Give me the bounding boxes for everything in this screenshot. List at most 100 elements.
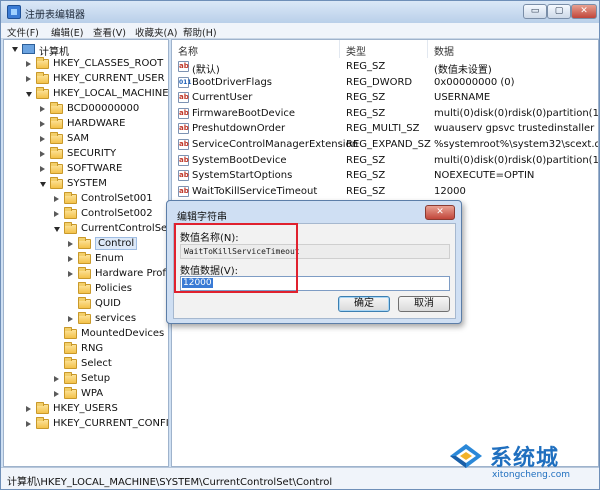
expand-arrow-icon[interactable] bbox=[26, 61, 31, 67]
tree-item-label: Enum bbox=[95, 253, 124, 264]
expand-arrow-icon[interactable] bbox=[26, 76, 31, 82]
value-data-cell: 12000 bbox=[434, 185, 466, 197]
string-value-icon: ab bbox=[178, 92, 189, 104]
expand-arrow-icon[interactable] bbox=[40, 106, 45, 112]
folder-icon bbox=[64, 222, 77, 234]
expand-arrow-icon[interactable] bbox=[54, 376, 59, 382]
minimize-button[interactable]: ▭ bbox=[523, 4, 547, 19]
close-button[interactable]: ✕ bbox=[571, 4, 597, 19]
value-type-cell: REG_SZ bbox=[346, 107, 386, 119]
tree-item-enum[interactable]: Enum bbox=[4, 252, 168, 267]
tree-item-services[interactable]: services bbox=[4, 312, 168, 327]
dialog-body: 数值名称(N): WaitToKillServiceTimeout 数值数据(V… bbox=[173, 223, 456, 319]
tree-item-label: HKEY_LOCAL_MACHINE bbox=[53, 88, 169, 99]
expand-arrow-icon[interactable] bbox=[40, 121, 45, 127]
value-type-cell: REG_SZ bbox=[346, 154, 386, 166]
value-data-input[interactable]: 12000 bbox=[180, 276, 450, 291]
title-bar[interactable]: 注册表编辑器 ▭ ▢ ✕ bbox=[1, 1, 599, 23]
edit-string-dialog: 编辑字符串 ✕ 数值名称(N): WaitToKillServiceTimeou… bbox=[166, 200, 462, 324]
expand-arrow-icon[interactable] bbox=[68, 256, 73, 262]
registry-value-row[interactable]: ab PreshutdownOrder REG_MULTI_SZ wuauserv g… bbox=[172, 121, 598, 137]
tree-item-hkey-current-config[interactable]: HKEY_CURRENT_CONFIG bbox=[4, 417, 169, 432]
tree-item-wpa[interactable]: WPA bbox=[4, 387, 168, 402]
expand-arrow-icon[interactable] bbox=[54, 211, 59, 217]
tree-item-currentcontrolset[interactable]: CurrentControlSet bbox=[4, 222, 169, 237]
tree-item-label: CurrentControlSet bbox=[81, 223, 169, 234]
column-header-data[interactable]: 数据 bbox=[428, 40, 598, 58]
expand-arrow-icon[interactable] bbox=[68, 241, 73, 247]
tree-item-hkey-classes-root[interactable]: HKEY_CLASSES_ROOT bbox=[4, 57, 168, 72]
xitongcheng-logo-icon bbox=[450, 444, 482, 468]
dialog-title: 编辑字符串 bbox=[177, 212, 227, 223]
tree-item-mounteddevices[interactable]: MountedDevices bbox=[4, 327, 168, 342]
registry-value-row[interactable]: ab WaitToKillServiceTimeout REG_SZ 12000 bbox=[172, 184, 598, 200]
tree-item--[interactable]: 计算机 bbox=[4, 42, 168, 58]
tree-item-controlset001[interactable]: ControlSet001 bbox=[4, 192, 168, 207]
value-name-cell: PreshutdownOrder bbox=[192, 123, 286, 135]
tree-item-policies[interactable]: Policies bbox=[4, 282, 168, 297]
tree-item-select[interactable]: Select bbox=[4, 357, 168, 372]
menu-edit[interactable]: 编辑(E) bbox=[51, 25, 83, 39]
expand-arrow-icon[interactable] bbox=[68, 271, 73, 277]
tree-item-hardware[interactable]: HARDWARE bbox=[4, 117, 168, 132]
collapse-arrow-icon[interactable] bbox=[54, 227, 60, 232]
value-data-cell: %systemroot%\system32\scext.dll bbox=[434, 139, 599, 150]
computer-icon bbox=[22, 44, 35, 54]
tree-item-software[interactable]: SOFTWARE bbox=[4, 162, 168, 177]
expand-arrow-icon[interactable] bbox=[40, 136, 45, 142]
registry-value-row[interactable]: ab ServiceControlManagerExtension REG_EXPA… bbox=[172, 137, 599, 153]
expand-arrow-icon[interactable] bbox=[54, 196, 59, 202]
tree-item-hkey-local-machine[interactable]: HKEY_LOCAL_MACHINE bbox=[4, 87, 169, 102]
tree-item-setup[interactable]: Setup bbox=[4, 372, 168, 387]
registry-value-row[interactable]: ab CurrentUser REG_SZ USERNAME bbox=[172, 90, 598, 106]
registry-value-row[interactable]: ab SystemBootDevice REG_SZ multi(0)disk(0)r… bbox=[172, 153, 598, 169]
expand-arrow-icon[interactable] bbox=[54, 391, 59, 397]
collapse-arrow-icon[interactable] bbox=[40, 182, 46, 187]
expand-arrow-icon[interactable] bbox=[40, 151, 45, 157]
maximize-button[interactable]: ▢ bbox=[547, 4, 571, 19]
tree-item-hardware-profil[interactable]: Hardware Profil bbox=[4, 267, 168, 282]
dialog-close-button[interactable]: ✕ bbox=[425, 205, 455, 220]
tree-item-hkey-current-user[interactable]: HKEY_CURRENT_USER bbox=[4, 72, 168, 87]
expand-arrow-icon[interactable] bbox=[26, 406, 31, 412]
menu-view[interactable]: 查看(V) bbox=[93, 25, 126, 39]
string-value-icon: ab bbox=[178, 123, 189, 135]
menu-help[interactable]: 帮助(H) bbox=[183, 25, 217, 39]
tree-item-label: Select bbox=[81, 358, 112, 369]
value-data-cell: USERNAME bbox=[434, 92, 491, 104]
collapse-arrow-icon[interactable] bbox=[26, 92, 32, 97]
tree-item-security[interactable]: SECURITY bbox=[4, 147, 168, 162]
tree-item-label: ControlSet001 bbox=[81, 193, 153, 204]
folder-icon bbox=[78, 297, 91, 309]
registry-value-row[interactable]: ab FirmwareBootDevice REG_SZ multi(0)disk(0… bbox=[172, 106, 598, 122]
expand-arrow-icon[interactable] bbox=[26, 421, 31, 427]
tree-item-rng[interactable]: RNG bbox=[4, 342, 168, 357]
registry-value-row[interactable]: ab (默认) REG_SZ (数值未设置) bbox=[172, 59, 598, 76]
folder-icon bbox=[64, 207, 77, 219]
value-type-cell: REG_SZ bbox=[346, 170, 386, 182]
tree-item-bcd00000000[interactable]: BCD00000000 bbox=[4, 102, 168, 117]
expand-arrow-icon[interactable] bbox=[40, 166, 45, 172]
expand-arrow-icon[interactable] bbox=[68, 316, 73, 322]
tree-item-label: RNG bbox=[81, 343, 104, 354]
menu-favorites[interactable]: 收藏夹(A) bbox=[135, 25, 177, 39]
column-header-type[interactable]: 类型 bbox=[340, 40, 428, 58]
value-name-cell: SystemBootDevice bbox=[192, 154, 287, 166]
folder-icon bbox=[64, 327, 77, 339]
tree-item-label: HKEY_CURRENT_CONFIG bbox=[53, 418, 169, 429]
cancel-button[interactable]: 取消 bbox=[398, 296, 450, 312]
menu-file[interactable]: 文件(F) bbox=[7, 25, 39, 39]
tree-item-hkey-users[interactable]: HKEY_USERS bbox=[4, 402, 168, 417]
collapse-arrow-icon[interactable] bbox=[12, 47, 18, 52]
menu-bar: 文件(F) 编辑(E) 查看(V) 收藏夹(A) 帮助(H) bbox=[1, 23, 599, 39]
column-header-name[interactable]: 名称 bbox=[172, 40, 340, 58]
registry-value-row[interactable]: 011 BootDriverFlags REG_DWORD 0x00000000 (0… bbox=[172, 75, 598, 91]
tree-item-quid[interactable]: QUID bbox=[4, 297, 168, 312]
tree-item-system[interactable]: SYSTEM bbox=[4, 177, 168, 192]
tree-item-controlset002[interactable]: ControlSet002 bbox=[4, 207, 168, 222]
tree-item-control[interactable]: Control bbox=[4, 237, 168, 252]
registry-value-row[interactable]: ab SystemStartOptions REG_SZ NOEXECUTE=OPT… bbox=[172, 168, 598, 184]
ok-button[interactable]: 确定 bbox=[338, 296, 390, 312]
registry-key-tree[interactable]: 计算机 HKEY_CLASSES_ROOT HKEY_CURRENT_USER HKE… bbox=[3, 39, 169, 467]
tree-item-sam[interactable]: SAM bbox=[4, 132, 168, 147]
